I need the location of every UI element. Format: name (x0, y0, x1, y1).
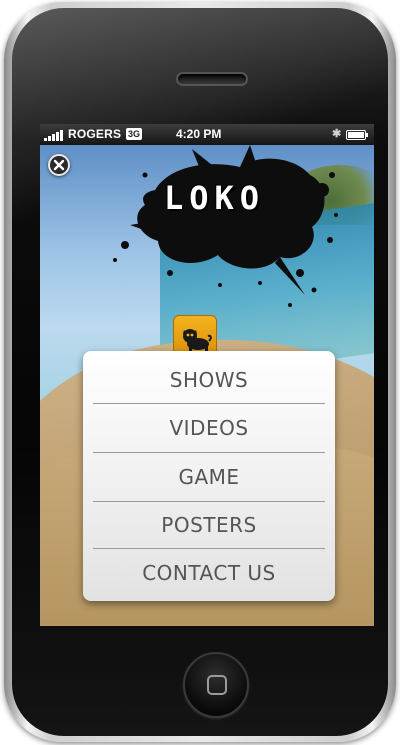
network-type: 3G (126, 128, 143, 140)
clock: 4:20 PM (176, 127, 222, 141)
phone-screen: ROGERS 3G 4:20 PM ✱ LOKO SHOWS VIDEOS GA… (40, 124, 374, 626)
ink-splash-icon (113, 145, 338, 307)
menu-item-videos[interactable]: VIDEOS (93, 404, 325, 452)
menu-item-contact-us[interactable]: CONTACT US (93, 549, 325, 597)
home-button[interactable] (183, 652, 249, 718)
bluetooth-icon: ✱ (332, 128, 342, 140)
logo-splash (100, 145, 340, 315)
signal-icon (44, 130, 66, 141)
close-button[interactable] (48, 154, 70, 176)
battery-fill (348, 132, 364, 138)
carrier-name: ROGERS (68, 127, 122, 141)
earpiece-speaker (176, 72, 248, 86)
status-bar: ROGERS 3G 4:20 PM ✱ (40, 124, 374, 145)
battery-icon (346, 130, 368, 140)
main-menu: SHOWS VIDEOS GAME POSTERS CONTACT US (83, 351, 335, 601)
menu-item-shows[interactable]: SHOWS (93, 356, 325, 404)
close-icon (53, 159, 65, 171)
menu-item-posters[interactable]: POSTERS (93, 501, 325, 549)
home-square-icon (207, 675, 227, 695)
menu-item-game[interactable]: GAME (93, 453, 325, 501)
app-logo: LOKO (164, 179, 266, 217)
